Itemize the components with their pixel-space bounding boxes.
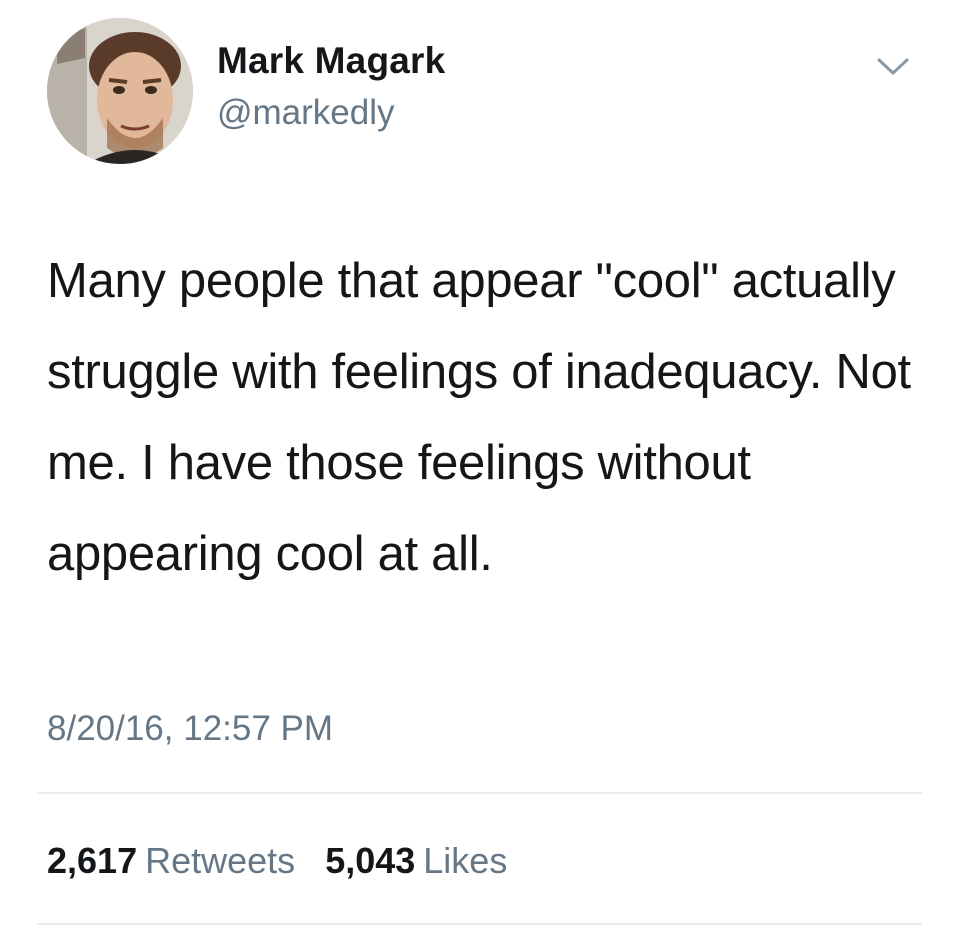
avatar-image xyxy=(47,18,193,164)
likes-stat[interactable]: 5,043 Likes xyxy=(325,840,507,881)
tweet-stats: 2,617 Retweets 5,043 Likes xyxy=(47,840,527,882)
divider xyxy=(37,792,922,794)
avatar[interactable] xyxy=(47,18,193,164)
divider xyxy=(37,923,922,925)
tweet-card: Mark Magark @markedly Many people that a… xyxy=(0,0,959,941)
tweet-timestamp[interactable]: 8/20/16, 12:57 PM xyxy=(47,709,333,749)
retweets-label: Retweets xyxy=(145,840,296,881)
likes-count: 5,043 xyxy=(325,840,416,881)
retweets-count: 2,617 xyxy=(47,840,138,881)
author-name[interactable]: Mark Magark xyxy=(217,40,445,82)
author-handle[interactable]: @markedly xyxy=(217,93,395,133)
chevron-down-icon[interactable] xyxy=(873,52,913,80)
likes-label: Likes xyxy=(423,840,508,881)
tweet-text: Many people that appear "cool" actually … xyxy=(47,254,911,581)
retweets-stat[interactable]: 2,617 Retweets xyxy=(47,840,295,881)
